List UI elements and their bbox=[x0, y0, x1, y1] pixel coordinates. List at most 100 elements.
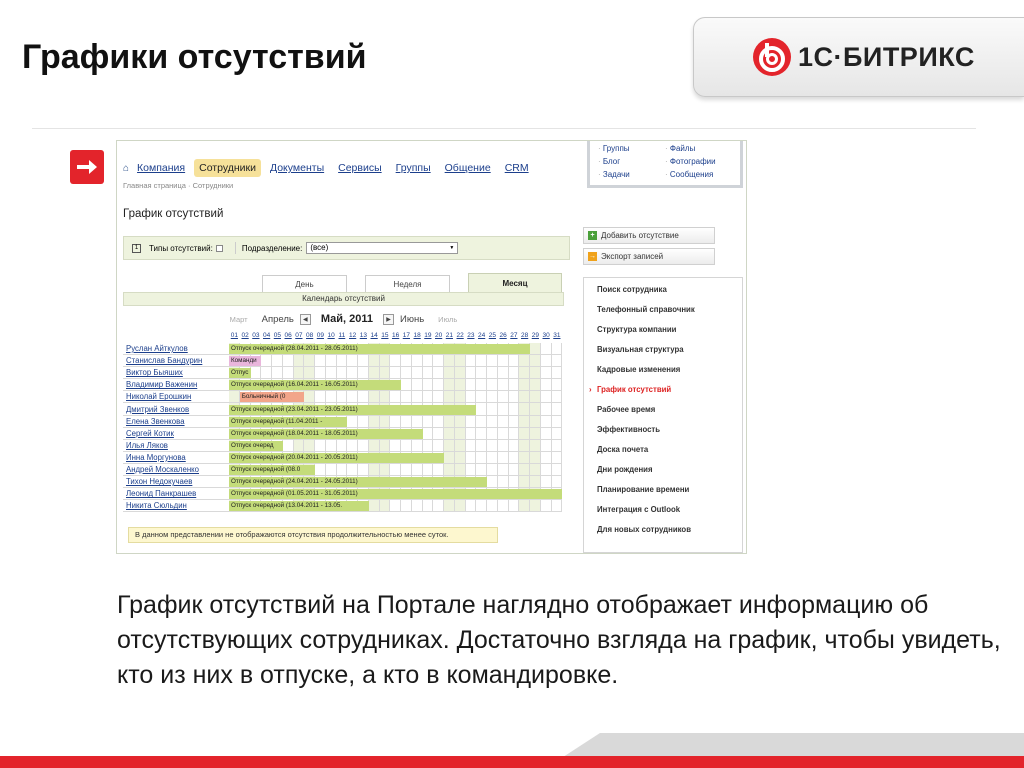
side-menu-item[interactable]: Структура компании bbox=[584, 323, 742, 343]
day-number[interactable]: 25 bbox=[487, 332, 498, 339]
nav-4[interactable]: Сервисы bbox=[338, 162, 382, 174]
add-absence-button[interactable]: + Добавить отсутствие bbox=[583, 227, 715, 244]
day-number[interactable]: 01 bbox=[229, 332, 240, 339]
month-far-prev[interactable]: Март bbox=[230, 315, 248, 324]
absence-bar[interactable]: Отпуск очередной (08.0 bbox=[229, 465, 315, 475]
home-icon[interactable]: ⌂ bbox=[123, 163, 129, 174]
day-number[interactable]: 14 bbox=[369, 332, 380, 339]
employee-name[interactable]: Никита Сюльдин bbox=[126, 501, 187, 510]
employee-name[interactable]: Виктор Быяших bbox=[126, 368, 183, 377]
employee-name[interactable]: Илья Ляков bbox=[126, 441, 168, 450]
employee-name[interactable]: Андрей Москаленко bbox=[126, 465, 199, 474]
day-number[interactable]: 10 bbox=[326, 332, 337, 339]
side-menu-item[interactable]: Доска почета bbox=[584, 443, 742, 463]
day-number[interactable]: 20 bbox=[433, 332, 444, 339]
day-number[interactable]: 13 bbox=[358, 332, 369, 339]
nav-5[interactable]: Группы bbox=[396, 162, 431, 174]
side-menu-item[interactable]: Кадровые изменения bbox=[584, 363, 742, 383]
next-month-button[interactable]: ▶ bbox=[383, 313, 395, 325]
nav-6[interactable]: Общение bbox=[445, 162, 491, 174]
day-number[interactable]: 05 bbox=[272, 332, 283, 339]
side-menu-item[interactable]: Визуальная структура bbox=[584, 343, 742, 363]
absence-bar[interactable]: Отпуск очередной (01.05.2011 - 31.05.201… bbox=[229, 489, 563, 500]
tab-1[interactable]: День bbox=[262, 275, 347, 292]
nav-7[interactable]: CRM bbox=[505, 162, 529, 174]
absence-bar[interactable]: Отпуск очередной (11.04.2011 - bbox=[229, 416, 348, 427]
day-number[interactable]: 27 bbox=[509, 332, 520, 339]
employee-name[interactable]: Станислав Бандурин bbox=[126, 356, 202, 365]
day-number[interactable]: 23 bbox=[466, 332, 477, 339]
side-menu-item[interactable]: Дни рождения bbox=[584, 463, 742, 483]
month-far-next[interactable]: Июль bbox=[438, 315, 457, 324]
nav-2[interactable]: Сотрудники bbox=[194, 159, 261, 177]
day-number[interactable]: 29 bbox=[530, 332, 541, 339]
day-number[interactable]: 31 bbox=[552, 332, 563, 339]
employee-name[interactable]: Инна Моргунова bbox=[126, 453, 186, 462]
side-menu-item[interactable]: График отсутствий bbox=[584, 383, 742, 403]
day-number[interactable]: 15 bbox=[380, 332, 391, 339]
employee-name[interactable]: Владимир Важенин bbox=[126, 380, 197, 389]
absence-bar[interactable]: Отпуск очередной (13.04.2011 - 13.05. bbox=[229, 501, 369, 512]
side-menu-item[interactable]: Рабочее время bbox=[584, 403, 742, 423]
day-number[interactable]: 04 bbox=[261, 332, 272, 339]
employee-name[interactable]: Елена Звенкова bbox=[126, 417, 185, 426]
prev-month-button[interactable]: ◀ bbox=[299, 313, 311, 325]
day-number[interactable]: 21 bbox=[444, 332, 455, 339]
day-number[interactable]: 03 bbox=[251, 332, 262, 339]
dropdown-item[interactable]: Фотографии bbox=[665, 157, 732, 169]
tab-2[interactable]: Неделя bbox=[365, 275, 450, 292]
employee-name[interactable]: Тихон Недокучаев bbox=[126, 477, 192, 486]
dropdown-item[interactable]: Группы bbox=[598, 144, 665, 156]
export-button[interactable]: → Экспорт записей bbox=[583, 248, 715, 265]
side-menu-item[interactable]: Телефонный справочник bbox=[584, 303, 742, 323]
day-number[interactable]: 26 bbox=[498, 332, 509, 339]
absence-bar[interactable]: Команди bbox=[229, 356, 262, 367]
day-number[interactable]: 16 bbox=[390, 332, 401, 339]
day-number[interactable]: 06 bbox=[283, 332, 294, 339]
absence-bar[interactable]: Больничный (0 bbox=[239, 392, 305, 403]
nav-1[interactable]: Компания bbox=[137, 162, 185, 174]
calendar-icon[interactable]: 1 bbox=[132, 243, 141, 253]
absence-bar[interactable]: Отпус bbox=[229, 368, 251, 379]
day-number[interactable]: 08 bbox=[304, 332, 315, 339]
dropdown-item[interactable]: Задачи bbox=[598, 170, 665, 182]
dropdown-item[interactable]: Блог bbox=[598, 157, 665, 169]
absence-bar[interactable]: Отпуск очередной (24.04.2011 - 24.05.201… bbox=[229, 477, 487, 488]
day-number[interactable]: 07 bbox=[294, 332, 305, 339]
day-number[interactable]: 12 bbox=[347, 332, 358, 339]
day-number[interactable]: 17 bbox=[401, 332, 412, 339]
side-menu-item[interactable]: Поиск сотрудника bbox=[584, 283, 742, 303]
day-number[interactable]: 18 bbox=[412, 332, 423, 339]
absence-bar[interactable]: Отпуск очередной (20.04.2011 - 20.05.201… bbox=[229, 452, 444, 463]
employee-name[interactable]: Сергей Котик bbox=[126, 429, 174, 438]
side-menu-item[interactable]: Интеграция с Outlook bbox=[584, 503, 742, 523]
side-menu-item[interactable]: Для новых сотрудников bbox=[584, 523, 742, 543]
employee-name[interactable]: Руслан Айткулов bbox=[126, 344, 188, 353]
absence-bar[interactable]: Отпуск очередной (28.04.2011 - 28.05.201… bbox=[229, 344, 530, 354]
absence-bar[interactable]: Отпуск очередной (23.04.2011 - 23.05.201… bbox=[229, 404, 477, 415]
day-number[interactable]: 02 bbox=[240, 332, 251, 339]
side-menu-item[interactable]: Планирование времени bbox=[584, 483, 742, 503]
absence-bar[interactable]: Отпуск очередной (16.04.2011 - 16.05.201… bbox=[229, 380, 401, 391]
employee-name[interactable]: Леонид Панкрашев bbox=[126, 489, 196, 498]
absence-bar[interactable]: Отпуск очеред bbox=[229, 440, 283, 451]
day-number[interactable]: 24 bbox=[476, 332, 487, 339]
department-select[interactable]: (все) bbox=[306, 242, 459, 254]
day-number[interactable]: 11 bbox=[337, 332, 348, 339]
month-next[interactable]: Июнь bbox=[400, 314, 424, 325]
absence-bar[interactable]: Отпуск очередной (18.04.2011 - 18.05.201… bbox=[229, 428, 423, 439]
day-number[interactable]: 19 bbox=[423, 332, 434, 339]
day-number[interactable]: 30 bbox=[541, 332, 552, 339]
day-number[interactable]: 09 bbox=[315, 332, 326, 339]
day-number[interactable]: 22 bbox=[455, 332, 466, 339]
dropdown-item[interactable]: Сообщения bbox=[665, 170, 732, 182]
tab-3[interactable]: Месяц bbox=[468, 273, 562, 292]
nav-3[interactable]: Документы bbox=[270, 162, 324, 174]
employee-name[interactable]: Николай Ерошкин bbox=[126, 392, 191, 401]
side-menu-item[interactable]: Эффективность bbox=[584, 423, 742, 443]
day-number[interactable]: 28 bbox=[519, 332, 530, 339]
dropdown-item[interactable]: Файлы bbox=[665, 144, 732, 156]
absence-types-checkbox[interactable] bbox=[215, 244, 223, 252]
employee-name[interactable]: Дмитрий Звенков bbox=[126, 405, 189, 414]
month-prev[interactable]: Апрель bbox=[262, 314, 294, 325]
